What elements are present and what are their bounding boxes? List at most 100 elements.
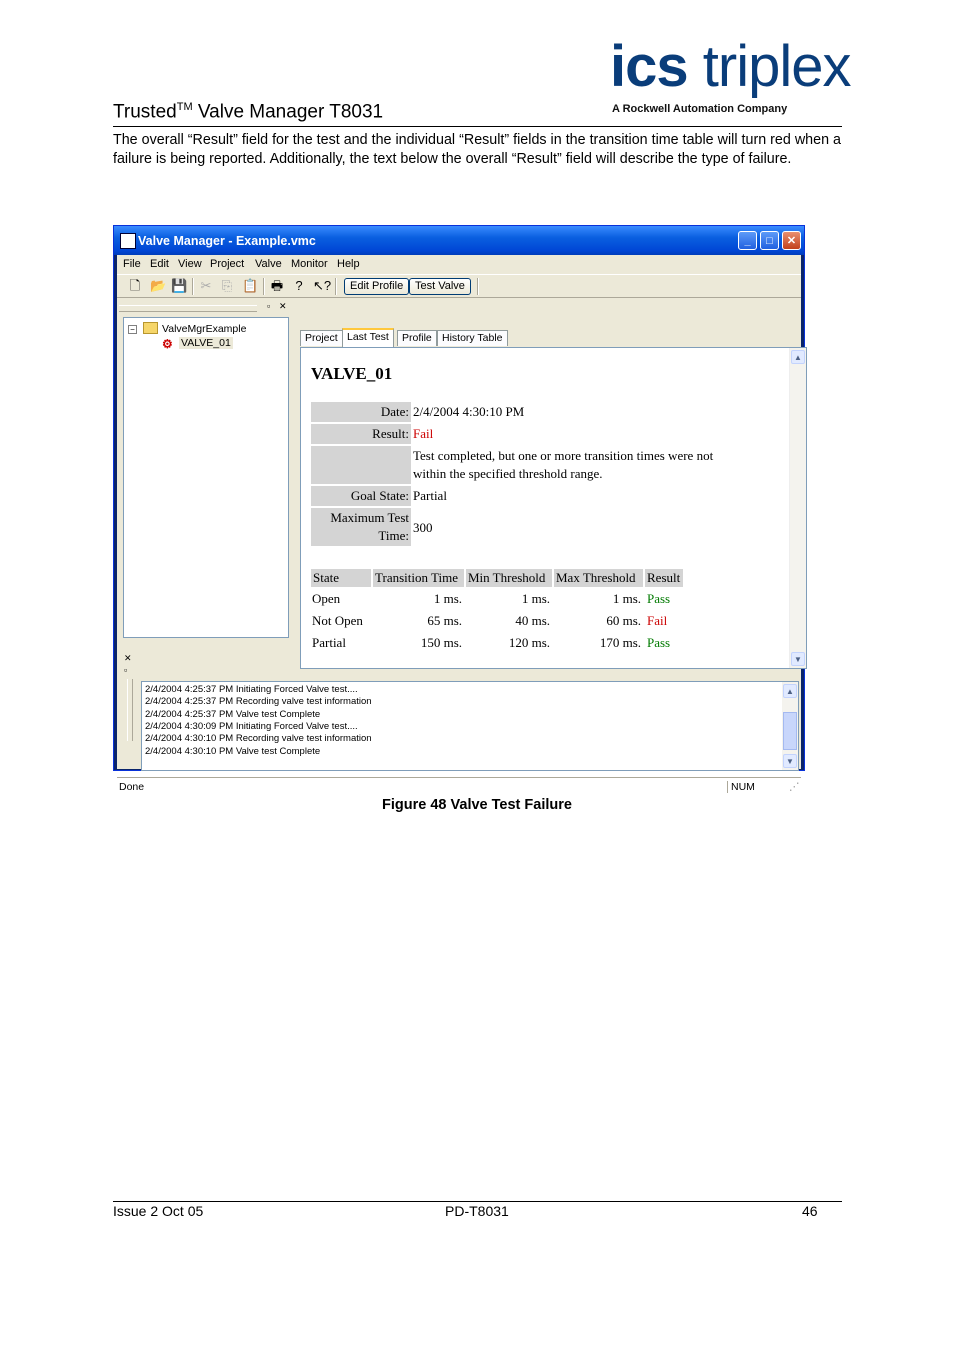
row-min: 40 ms. bbox=[515, 613, 550, 628]
test-valve-button[interactable]: Test Valve bbox=[409, 278, 471, 295]
menu-monitor[interactable]: Monitor bbox=[291, 258, 328, 270]
tree-pane-header: ▫ ✕ bbox=[119, 301, 295, 315]
open-folder-icon[interactable]: 📂 bbox=[150, 279, 166, 293]
valve-manager-window: Valve Manager - Example.vmc _ □ ✕ File E… bbox=[113, 225, 807, 793]
col-transition-time: Transition Time bbox=[373, 569, 464, 587]
context-help-icon[interactable]: ↖? bbox=[313, 279, 331, 293]
col-result: Result bbox=[645, 569, 683, 587]
col-min-threshold: Min Threshold bbox=[466, 569, 552, 587]
scroll-down-icon[interactable]: ▼ bbox=[791, 652, 805, 666]
save-icon[interactable]: 💾 bbox=[171, 279, 187, 293]
toolbar-separator bbox=[477, 278, 479, 295]
col-max-threshold: Max Threshold bbox=[554, 569, 643, 587]
menu-view[interactable]: View bbox=[178, 258, 202, 270]
log-line: 2/4/2004 4:30:10 PM Valve test Complete bbox=[145, 746, 321, 757]
row-max: 1 ms. bbox=[612, 591, 641, 606]
log-output: 2/4/2004 4:25:37 PM Initiating Forced Va… bbox=[141, 681, 799, 771]
edit-profile-button[interactable]: Edit Profile bbox=[344, 278, 410, 295]
failure-description: Test completed, but one or more transiti… bbox=[413, 448, 714, 481]
document-title: TrustedTM Valve Manager T8031 bbox=[113, 101, 384, 123]
valve-icon: ⚙ bbox=[162, 337, 173, 351]
goal-state-label: Goal State: bbox=[311, 486, 411, 506]
paste-icon[interactable]: 📋 bbox=[242, 279, 258, 293]
scroll-down-icon[interactable]: ▼ bbox=[783, 754, 797, 768]
toolbar-separator bbox=[263, 278, 265, 295]
tab-profile[interactable]: Profile bbox=[397, 330, 437, 346]
date-value: 2/4/2004 4:30:10 PM bbox=[413, 404, 525, 419]
row-state: Partial bbox=[312, 635, 346, 650]
row-transition: 150 ms. bbox=[420, 635, 462, 650]
help-icon[interactable]: ? bbox=[292, 279, 306, 293]
log-close-icon[interactable]: ✕ bbox=[124, 653, 132, 664]
row-state: Not Open bbox=[312, 613, 363, 628]
toolbar-separator bbox=[335, 278, 337, 295]
log-float-icon[interactable]: ▫ bbox=[124, 665, 127, 675]
row-max: 170 ms. bbox=[599, 635, 641, 650]
log-grip[interactable] bbox=[127, 679, 133, 741]
row-min: 120 ms. bbox=[508, 635, 550, 650]
menu-project[interactable]: Project bbox=[210, 258, 244, 270]
footer-rule bbox=[113, 1201, 842, 1202]
toolbar-separator bbox=[192, 278, 194, 295]
footer-doc-id: PD-T8031 bbox=[445, 1203, 509, 1219]
close-button[interactable]: ✕ bbox=[782, 231, 801, 250]
menu-edit[interactable]: Edit bbox=[150, 258, 169, 270]
menu-bar: File Edit View Project Valve Monitor Hel… bbox=[117, 255, 801, 273]
log-line: 2/4/2004 4:30:09 PM Initiating Forced Va… bbox=[145, 721, 358, 732]
print-icon[interactable]: 🖶 bbox=[270, 279, 284, 293]
content-scrollbar[interactable]: ▲ ▼ bbox=[789, 348, 806, 668]
log-line: 2/4/2004 4:25:37 PM Initiating Forced Va… bbox=[145, 684, 358, 695]
menu-help[interactable]: Help bbox=[337, 258, 360, 270]
tab-history-table[interactable]: History Table bbox=[437, 330, 508, 346]
menu-valve[interactable]: Valve bbox=[255, 258, 282, 270]
tab-project[interactable]: Project bbox=[300, 330, 343, 346]
row-max: 60 ms. bbox=[606, 613, 641, 628]
title-bar[interactable]: Valve Manager - Example.vmc _ □ ✕ bbox=[114, 226, 804, 255]
num-lock-indicator: NUM bbox=[727, 781, 755, 793]
row-result: Fail bbox=[647, 613, 668, 628]
pane-grip[interactable] bbox=[119, 305, 257, 312]
tab-last-test[interactable]: Last Test bbox=[342, 328, 394, 347]
max-test-time-value: 300 bbox=[413, 520, 433, 535]
scroll-up-icon[interactable]: ▲ bbox=[783, 684, 797, 698]
maximize-button[interactable]: □ bbox=[760, 231, 779, 250]
log-scrollbar[interactable]: ▲ ▼ bbox=[782, 682, 798, 770]
goal-state-value: Partial bbox=[413, 488, 447, 503]
result-value: Fail bbox=[413, 426, 434, 441]
minimize-button[interactable]: _ bbox=[738, 231, 757, 250]
ics-triplex-logo: ics triplex bbox=[610, 34, 851, 99]
row-min: 1 ms. bbox=[521, 591, 550, 606]
col-state: State bbox=[311, 569, 371, 587]
footer-issue: Issue 2 Oct 05 bbox=[113, 1203, 204, 1219]
row-transition: 65 ms. bbox=[427, 613, 462, 628]
cut-icon[interactable]: ✂ bbox=[199, 279, 213, 293]
menu-file[interactable]: File bbox=[123, 258, 141, 270]
failure-label-blank bbox=[311, 446, 411, 484]
scroll-up-icon[interactable]: ▲ bbox=[791, 350, 805, 364]
last-test-view: VALVE_01 Date: 2/4/2004 4:30:10 PM Resul… bbox=[300, 347, 807, 669]
tree-node-root[interactable]: − ValveMgrExample bbox=[128, 322, 246, 335]
window-client: File Edit View Project Valve Monitor Hel… bbox=[117, 255, 807, 793]
window-title: Valve Manager - Example.vmc bbox=[138, 234, 316, 248]
row-result: Pass bbox=[647, 591, 671, 606]
row-state: Open bbox=[312, 591, 341, 606]
intro-paragraph: The overall “Result” field for the test … bbox=[113, 132, 841, 167]
log-scroll-thumb[interactable] bbox=[783, 712, 797, 750]
new-file-icon[interactable]: 🗋 bbox=[128, 279, 142, 293]
status-bar: Done NUM ⋰ bbox=[117, 777, 801, 797]
log-line: 2/4/2004 4:30:10 PM Recording valve test… bbox=[145, 733, 372, 744]
toolbar: 🗋 📂 💾 ✂ ⎘ 📋 🖶 ? ↖? Edit Profile Test Val… bbox=[117, 274, 801, 298]
result-label: Result: bbox=[311, 424, 411, 444]
log-line: 2/4/2004 4:25:37 PM Recording valve test… bbox=[145, 696, 372, 707]
row-transition: 1 ms. bbox=[433, 591, 462, 606]
close-pane-icon[interactable]: ✕ bbox=[279, 301, 287, 312]
resize-grip-icon[interactable]: ⋰ bbox=[789, 781, 800, 793]
log-line: 2/4/2004 4:25:37 PM Valve test Complete bbox=[145, 709, 321, 720]
collapse-icon[interactable]: − bbox=[128, 325, 137, 334]
tree-node-valve[interactable]: ⚙ VALVE_01 bbox=[162, 337, 233, 350]
max-test-time-label: Maximum Test Time: bbox=[311, 508, 411, 546]
valve-name-heading: VALVE_01 bbox=[311, 364, 393, 383]
copy-icon[interactable]: ⎘ bbox=[220, 279, 234, 293]
logo-tagline: A Rockwell Automation Company bbox=[612, 103, 788, 115]
float-pane-icon[interactable]: ▫ bbox=[267, 301, 270, 311]
